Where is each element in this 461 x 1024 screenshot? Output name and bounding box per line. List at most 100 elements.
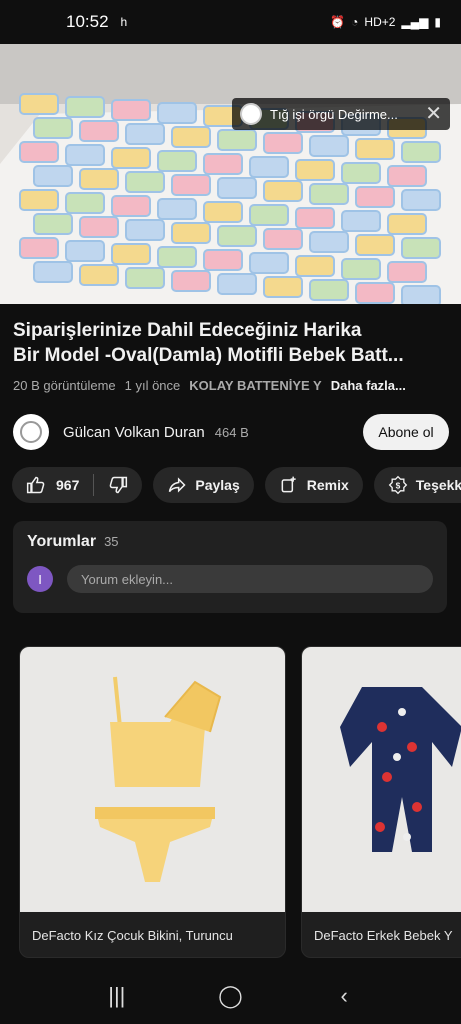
blanket-motif [79, 168, 119, 190]
thanks-button[interactable]: $ Teşekkür [373, 467, 461, 503]
blanket-motif [249, 204, 289, 226]
wifi-icon: ◔ [351, 15, 359, 29]
notification-icon: h [120, 15, 128, 29]
remix-label: Remix [306, 477, 349, 493]
blanket-motif [203, 249, 243, 271]
blanket-motif [355, 234, 395, 256]
blanket-motif [217, 129, 257, 151]
close-icon[interactable]: ✕ [425, 104, 442, 124]
blanket-motif [295, 207, 335, 229]
blanket-motif [217, 177, 257, 199]
onesie-image [340, 687, 461, 852]
channel-avatar-small [240, 103, 262, 125]
subscribe-button[interactable]: Abone ol [363, 414, 449, 450]
thumbs-down-icon[interactable] [108, 475, 128, 495]
blanket-motif [65, 192, 105, 214]
hashtag[interactable]: KOLAY BATTENİYE Y [189, 378, 321, 393]
blanket-motif [217, 225, 257, 247]
battery-icon: ▮ [434, 15, 441, 29]
like-count: 967 [56, 477, 80, 493]
blanket-motif [309, 183, 349, 205]
blanket-motif [125, 123, 165, 145]
video-player[interactable]: Tığ işi örgü Değirme... ✕ [0, 44, 461, 304]
video-frame [0, 44, 461, 304]
video-title[interactable]: Siparişlerinize Dahil Edeceğiniz Harika … [13, 318, 453, 368]
remix-icon [281, 476, 296, 493]
more-link[interactable]: Daha fazla... [331, 378, 406, 393]
blanket-motif [125, 267, 165, 289]
blanket-motif [111, 243, 151, 265]
product-caption: DeFacto Erkek Bebek Y [314, 927, 453, 943]
remix-button[interactable]: Remix [264, 467, 363, 503]
blanket-motif [19, 237, 59, 259]
product-card[interactable]: DeFacto Kız Çocuk Bikini, Turuncu [19, 646, 286, 958]
comments-section[interactable]: Yorumlar 35 I Yorum ekleyin... [13, 521, 447, 613]
blanket-motif [341, 210, 381, 232]
video-title-line-2: Bir Model -Oval(Damla) Motifli Bebek Bat… [13, 345, 404, 366]
blanket-motif [19, 189, 59, 211]
blanket-motif [157, 246, 197, 268]
thumbs-up-icon [26, 476, 45, 494]
blanket-motif [203, 153, 243, 175]
comments-title: Yorumlar [27, 533, 97, 550]
share-icon [169, 477, 186, 493]
like-button[interactable]: 967 [26, 475, 79, 495]
status-time: 10:52 [66, 12, 109, 31]
user-avatar: I [27, 566, 53, 592]
like-dislike-pill: 967 [12, 467, 143, 503]
blanket-motif [125, 219, 165, 241]
blanket-motif [19, 141, 59, 163]
blanket-motif [401, 189, 441, 211]
video-title-chip[interactable]: Tığ işi örgü Değirme... ✕ [232, 98, 450, 130]
product-image [20, 647, 285, 912]
blanket-motif [157, 198, 197, 220]
home-icon[interactable]: ◯ [210, 983, 250, 1009]
blanket-motif [19, 93, 59, 115]
video-title-line-1: Siparişlerinize Dahil Edeceğiniz Harika [13, 320, 362, 341]
blanket-motif [33, 261, 73, 283]
blanket-motif [171, 174, 211, 196]
product-card[interactable]: DeFacto Erkek Bebek Y [301, 646, 461, 958]
blanket-motif [65, 96, 105, 118]
blanket-motif [217, 273, 257, 295]
blanket-motif [171, 126, 211, 148]
share-label: Paylaş [195, 477, 240, 493]
video-chip-title: Tığ işi örgü Değirme... [270, 106, 398, 122]
comment-input[interactable]: Yorum ekleyin... [67, 565, 433, 593]
blanket-motif [263, 228, 303, 250]
blanket-motif [65, 144, 105, 166]
product-caption: DeFacto Kız Çocuk Bikini, Turuncu [32, 927, 233, 943]
blanket-motif [309, 231, 349, 253]
blanket-motif [157, 102, 197, 124]
system-nav-bar: ||| ◯ ‹ [0, 968, 461, 1024]
back-icon[interactable]: ‹ [324, 983, 364, 1009]
blanket-motif [79, 216, 119, 238]
video-meta[interactable]: 20 B görüntüleme 1 yıl önce KOLAY BATTEN… [13, 378, 453, 393]
recent-apps-icon[interactable]: ||| [97, 983, 137, 1009]
blanket-motif [33, 117, 73, 139]
comment-input-row: I Yorum ekleyin... [27, 565, 433, 593]
comments-header: Yorumlar 35 [27, 533, 433, 551]
blanket-motif [263, 180, 303, 202]
blanket-motif [125, 171, 165, 193]
blanket-motif [309, 135, 349, 157]
blanket-motif [111, 147, 151, 169]
subscriber-count: 464 B [214, 424, 249, 440]
status-bar: 10:52 h ⏰ ◔ HD+2 ▂▄▆ ▮ [0, 0, 461, 44]
blanket-motif [295, 255, 335, 277]
blanket-motif [401, 237, 441, 259]
status-icons: ⏰ ◔ HD+2 ▂▄▆ ▮ [330, 15, 441, 29]
blanket-motif [111, 99, 151, 121]
blanket-motif [355, 186, 395, 208]
blanket-motif [387, 213, 427, 235]
channel-row: Gülcan Volkan Duran 464 B Abone ol [13, 412, 449, 452]
network-indicator: HD+2 [364, 15, 396, 29]
blanket-motif [263, 132, 303, 154]
product-image [302, 647, 461, 912]
blanket-motif [65, 240, 105, 262]
alarm-icon: ⏰ [330, 15, 346, 29]
channel-avatar[interactable] [13, 414, 49, 450]
share-button[interactable]: Paylaş [153, 467, 254, 503]
blanket-motif [341, 258, 381, 280]
channel-name[interactable]: Gülcan Volkan Duran [63, 424, 205, 441]
